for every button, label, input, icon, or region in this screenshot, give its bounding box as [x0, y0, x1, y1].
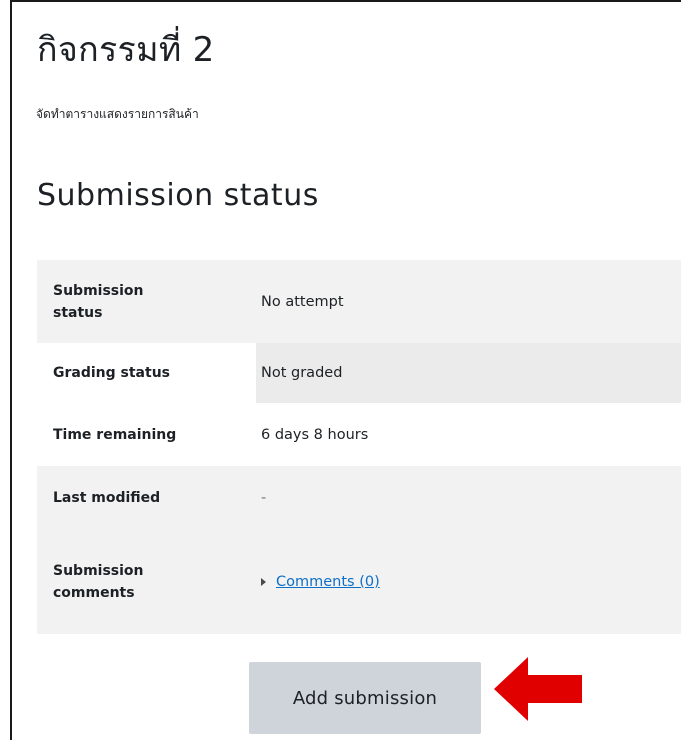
arrow-shape	[494, 657, 582, 721]
activity-description: จัดทำตารางแสดงรายการสินค้า	[36, 107, 199, 121]
table-row: Grading status Not graded	[37, 343, 681, 403]
left-arrow-icon	[494, 657, 582, 721]
submission-status-table: Submission status No attempt Grading sta…	[37, 260, 681, 634]
comments-link[interactable]: Comments (0)	[276, 574, 380, 590]
add-submission-button[interactable]: Add submission	[249, 662, 481, 734]
activity-title: กิจกรรมที่ 2	[37, 30, 215, 70]
last-modified-value: -	[261, 490, 267, 506]
last-modified-label: Last modified	[53, 490, 161, 506]
page-frame: กิจกรรมที่ 2 จัดทำตารางแสดงรายการสินค้า …	[10, 0, 681, 740]
row-label: Submission status	[37, 260, 256, 343]
table-row: Time remaining 6 days 8 hours	[37, 403, 681, 466]
comments-toggle[interactable]: Comments (0)	[261, 574, 380, 590]
time-remaining-label: Time remaining	[53, 426, 177, 443]
time-remaining-value: 6 days 8 hours	[261, 426, 369, 443]
submission-status-value: No attempt	[261, 293, 344, 310]
caret-right-icon	[261, 578, 266, 586]
grading-status-value: Not graded	[256, 343, 681, 403]
submission-status-label: Submission status	[53, 282, 144, 321]
submission-comments-value: Comments (0)	[256, 530, 681, 634]
row-label: Submission comments	[37, 530, 256, 634]
table-row: Last modified -	[37, 466, 681, 530]
submission-comments-label: Submission comments	[53, 563, 144, 601]
table-row: Submission status No attempt	[37, 260, 681, 343]
submission-status-heading: Submission status	[37, 178, 319, 213]
grading-status-label: Grading status	[53, 365, 170, 381]
table-row: Submission comments Comments (0)	[37, 530, 681, 634]
